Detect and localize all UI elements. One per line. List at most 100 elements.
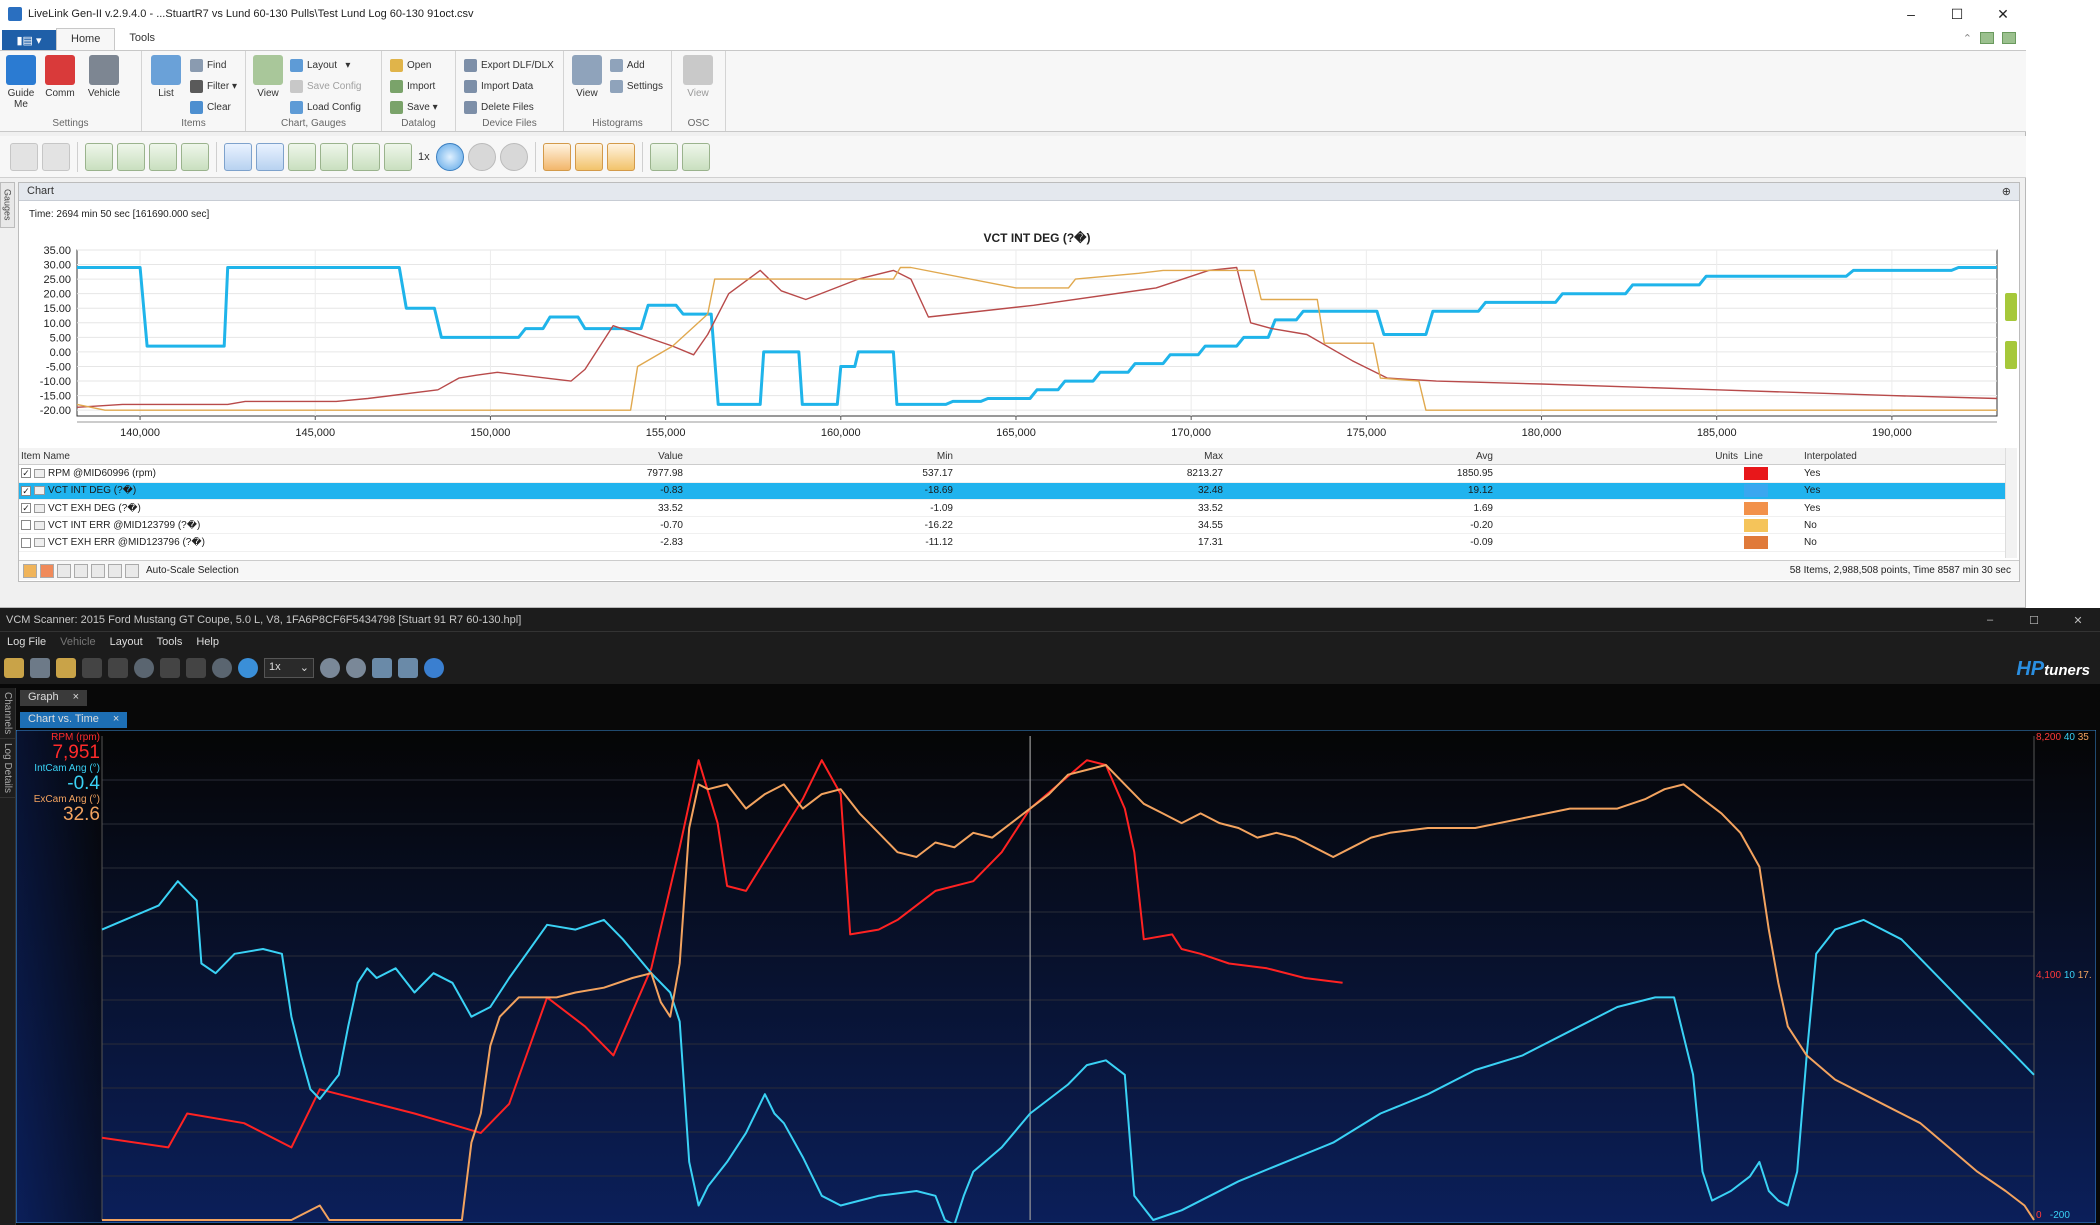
tab-tools[interactable]: Tools	[115, 28, 169, 50]
quick-icon-2[interactable]	[2002, 32, 2016, 44]
filter-button[interactable]: Filter ▾	[189, 77, 237, 96]
vehicle-icon[interactable]	[108, 658, 128, 678]
zoom-in-icon[interactable]	[256, 142, 284, 171]
datalog-save-button[interactable]: Save ▾	[390, 98, 438, 117]
close-icon[interactable]: ×	[73, 691, 79, 705]
col-interpolated[interactable]: Interpolated	[1804, 451, 2004, 462]
save-config-button[interactable]: Save Config	[290, 77, 361, 96]
zoom-out-icon[interactable]	[346, 658, 366, 678]
menu-tools[interactable]: Tools	[150, 636, 190, 648]
open-recent-icon[interactable]	[56, 658, 76, 678]
histogram-settings-button[interactable]: Settings	[609, 77, 663, 96]
close-button[interactable]: ✕	[1980, 0, 2026, 28]
power-icon[interactable]	[212, 658, 232, 678]
row-checkbox[interactable]: ✓	[21, 468, 31, 479]
layout-icon[interactable]	[372, 658, 392, 678]
import-data-button[interactable]: Import Data	[464, 77, 554, 96]
gauges-side-tab[interactable]: Gauges	[0, 182, 15, 228]
file-menu-button[interactable]: ▮▤ ▾	[2, 30, 56, 50]
open-button[interactable]: Open	[390, 56, 438, 75]
col-max[interactable]: Max	[959, 451, 1229, 462]
table-row[interactable]: VCT EXH ERR @MID123796 (?�) -2.83 -11.12 17…	[19, 534, 2009, 552]
line-color-swatch[interactable]	[1744, 518, 1768, 532]
pin-icon[interactable]: ⊕	[2002, 185, 2011, 198]
quick-icon-1[interactable]	[1980, 32, 1994, 44]
open-folder-icon[interactable]	[4, 658, 24, 678]
fit-icon[interactable]	[288, 142, 316, 171]
scale-down-icon[interactable]	[181, 142, 209, 171]
col-avg[interactable]: Avg	[1229, 451, 1499, 462]
row-checkbox[interactable]: ✓	[21, 485, 31, 496]
max-left-icon[interactable]	[85, 142, 113, 171]
row-checkbox[interactable]	[21, 520, 31, 531]
line-color-swatch[interactable]	[1744, 501, 1768, 515]
pencil-icon[interactable]	[574, 142, 603, 171]
hash-icon[interactable]	[57, 563, 71, 578]
zoom-out-icon[interactable]	[224, 142, 252, 171]
vcm-maximize-button[interactable]: ☐	[2012, 608, 2056, 632]
help-icon[interactable]: ⌃	[1963, 32, 1972, 45]
import-button[interactable]: Import	[390, 77, 438, 96]
stop-icon[interactable]	[499, 142, 528, 171]
record-icon[interactable]	[134, 658, 154, 678]
menu-layout[interactable]: Layout	[103, 636, 150, 648]
line-color-swatch[interactable]	[1744, 484, 1768, 498]
delete-files-button[interactable]: Delete Files	[464, 98, 554, 117]
save-icon[interactable]	[30, 658, 50, 678]
log-details-tab[interactable]: Log Details	[0, 739, 15, 799]
engine-icon[interactable]	[186, 658, 206, 678]
table-scrollbar[interactable]	[2005, 448, 2017, 558]
col-value[interactable]: Value	[419, 451, 689, 462]
export-dlf-button[interactable]: Export DLF/DLX	[464, 56, 554, 75]
line-style-icon[interactable]	[649, 142, 678, 171]
find-button[interactable]: Find	[189, 56, 237, 75]
close-icon[interactable]: ×	[113, 713, 119, 727]
tab-chart-vs-time[interactable]: Chart vs. Time ×	[20, 712, 128, 728]
text-icon[interactable]	[108, 563, 122, 578]
pause-icon[interactable]	[467, 142, 496, 171]
remove-icon[interactable]	[40, 563, 54, 578]
vcm-chart[interactable]	[16, 730, 2096, 1223]
col-min[interactable]: Min	[689, 451, 959, 462]
table-row[interactable]: VCT INT ERR @MID123799 (?�) -0.70 -16.22 34…	[19, 517, 2009, 535]
line-icon[interactable]	[91, 563, 105, 578]
edit-icon[interactable]	[23, 563, 37, 578]
menu-help[interactable]: Help	[189, 636, 226, 648]
livelink-chart[interactable]: VCT INT DEG (?�) 35.00 30.00 25.00 20.00 15.0…	[19, 223, 2019, 445]
table-row[interactable]: ✓ VCT INT DEG (?�) -0.83 -18.69 32.48 19.12 Ye…	[19, 482, 2009, 500]
info-icon[interactable]	[424, 658, 444, 678]
save-chart-icon[interactable]	[10, 142, 38, 171]
speed-label[interactable]: 1x	[416, 151, 432, 163]
col-units[interactable]: Units	[1499, 451, 1744, 462]
export-icon[interactable]	[398, 658, 418, 678]
playback-speed-select[interactable]: 1x ⌄	[264, 658, 314, 678]
maximize-button[interactable]: ☐	[1934, 0, 1980, 28]
load-config-button[interactable]: Load Config	[290, 98, 361, 117]
autoscale-icon[interactable]	[125, 563, 139, 578]
vcm-minimize-button[interactable]: –	[1968, 608, 2012, 632]
max-right-icon[interactable]	[117, 142, 145, 171]
scale-up-icon[interactable]	[149, 142, 177, 171]
add-histogram-button[interactable]: Add	[609, 56, 663, 75]
col-item-name[interactable]: Item Name	[19, 451, 419, 462]
table-row[interactable]: ✓ RPM @MID60996 (rpm) 7977.98 537.17 8213.27…	[19, 465, 2009, 483]
row-checkbox[interactable]: ✓	[21, 503, 31, 514]
stop-icon[interactable]	[160, 658, 180, 678]
fit-y-icon[interactable]	[352, 142, 380, 171]
save-all-icon[interactable]	[42, 142, 70, 171]
vcm-close-button[interactable]: ✕	[2056, 608, 2100, 632]
line-color-swatch[interactable]	[1744, 466, 1768, 480]
trend-icon[interactable]	[320, 142, 348, 171]
minimize-button[interactable]: –	[1888, 0, 1934, 28]
pencil-add-icon[interactable]	[606, 142, 635, 171]
line-color-swatch[interactable]	[1744, 536, 1768, 550]
zoom-in-icon[interactable]	[320, 658, 340, 678]
link-icon[interactable]	[74, 563, 88, 578]
play-icon[interactable]	[238, 658, 258, 678]
col-line[interactable]: Line	[1744, 451, 1769, 462]
tab-home[interactable]: Home	[56, 28, 116, 50]
layout-button[interactable]: Layout ▾	[290, 56, 361, 75]
menu-vehicle[interactable]: Vehicle	[53, 636, 102, 648]
tab-graph[interactable]: Graph ×	[20, 690, 88, 706]
play-icon[interactable]	[435, 142, 464, 171]
